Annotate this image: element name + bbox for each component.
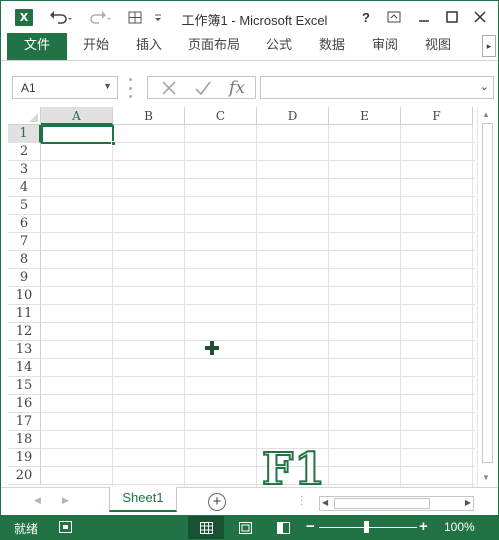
select-all-button[interactable] xyxy=(8,107,41,125)
row-header-9[interactable]: 9 xyxy=(8,269,41,287)
macro-record-icon[interactable] xyxy=(59,521,72,533)
page-break-view-button[interactable] xyxy=(265,516,301,539)
name-box[interactable]: A1 ▼ xyxy=(12,76,118,99)
page-layout-view-button[interactable] xyxy=(227,516,263,539)
maximize-icon xyxy=(446,11,458,23)
column-header-a[interactable]: A xyxy=(41,107,113,125)
plus-icon: + xyxy=(212,493,222,510)
ribbon-options-icon xyxy=(387,11,401,23)
page-break-icon xyxy=(276,521,290,534)
row-header-10[interactable]: 10 xyxy=(8,287,41,305)
fill-handle[interactable] xyxy=(111,141,116,146)
normal-view-icon xyxy=(199,521,213,534)
status-bar: 就绪 − + 100% xyxy=(1,515,498,540)
row-header-11[interactable]: 11 xyxy=(8,305,41,323)
row-header-12[interactable]: 12 xyxy=(8,323,41,341)
vertical-scroll-thumb[interactable] xyxy=(482,123,493,463)
row-header-6[interactable]: 6 xyxy=(8,215,41,233)
row-header-4[interactable]: 4 xyxy=(8,179,41,197)
help-button[interactable]: ? xyxy=(353,7,379,27)
formula-bar-grip[interactable] xyxy=(129,78,132,98)
row-header-14[interactable]: 14 xyxy=(8,359,41,377)
row-header-7[interactable]: 7 xyxy=(8,233,41,251)
close-icon xyxy=(474,11,486,23)
row-header-18[interactable]: 18 xyxy=(8,431,41,449)
ribbon-display-options-button[interactable] xyxy=(381,7,407,27)
row-header-5[interactable]: 5 xyxy=(8,197,41,215)
row-header-2[interactable]: 2 xyxy=(8,143,41,161)
vertical-scrollbar[interactable]: ▲ ▼ xyxy=(477,107,496,487)
tab-page-layout[interactable]: 页面布局 xyxy=(184,33,244,60)
active-cell-a1[interactable] xyxy=(41,125,114,144)
row-header-15[interactable]: 15 xyxy=(8,377,41,395)
tab-review[interactable]: 审阅 xyxy=(365,33,405,60)
formula-bar-area: A1 ▼ fx ⌄ xyxy=(1,61,498,107)
add-sheet-button[interactable]: + xyxy=(208,493,226,511)
column-header-d[interactable]: D xyxy=(257,107,329,125)
row-header-20[interactable]: 20 xyxy=(8,467,41,485)
zoom-slider-thumb[interactable] xyxy=(364,521,369,533)
column-header-f[interactable]: F xyxy=(401,107,473,125)
row-header-17[interactable]: 17 xyxy=(8,413,41,431)
key-overlay-f1: F1 xyxy=(261,444,326,488)
horizontal-scrollbar[interactable]: ◀ ▶ xyxy=(319,496,474,511)
horizontal-scroll-thumb[interactable] xyxy=(334,498,430,509)
page-layout-icon xyxy=(238,521,252,534)
tab-split-grip[interactable]: · · · xyxy=(300,492,303,510)
tab-file[interactable]: 文件 xyxy=(7,33,67,60)
status-ready-text: 就绪 xyxy=(14,522,39,536)
row-header-3[interactable]: 3 xyxy=(8,161,41,179)
column-header-c[interactable]: C xyxy=(185,107,257,125)
sheet-tab-sheet1[interactable]: Sheet1 xyxy=(109,487,177,512)
formula-bar-buttons: fx xyxy=(147,76,256,99)
excel-window: X 工作簿1 - Microsoft Excel ? 文件 开始 插入 页面布局… xyxy=(0,0,499,540)
expand-formula-bar-icon[interactable]: ⌄ xyxy=(480,80,489,93)
scroll-left-icon[interactable]: ◀ xyxy=(322,498,328,507)
tab-view[interactable]: 视图 xyxy=(418,33,458,60)
zoom-level[interactable]: 100% xyxy=(444,520,475,534)
next-sheet-icon[interactable]: ▶ xyxy=(62,495,69,506)
cell-area[interactable]: F1 xyxy=(41,125,475,487)
tab-data[interactable]: 数据 xyxy=(312,33,352,60)
scroll-right-icon[interactable]: ▶ xyxy=(465,498,471,507)
row-header-19[interactable]: 19 xyxy=(8,449,41,467)
cell-cursor-icon xyxy=(205,341,219,355)
minimize-icon xyxy=(419,20,429,22)
ribbon-tabs: 文件 开始 插入 页面布局 公式 数据 审阅 视图 ▸ xyxy=(1,33,498,61)
zoom-in-button[interactable]: + xyxy=(419,518,428,535)
row-header-13[interactable]: 13 xyxy=(8,341,41,359)
row-header-1[interactable]: 1 xyxy=(8,125,41,143)
normal-view-button[interactable] xyxy=(188,516,224,539)
worksheet-grid: A B C D E F 1 2 3 4 5 6 7 8 9 10 11 12 1… xyxy=(8,107,475,487)
maximize-button[interactable] xyxy=(439,7,465,27)
name-box-value: A1 xyxy=(21,81,36,95)
insert-function-button[interactable]: fx xyxy=(224,78,250,98)
previous-sheet-icon[interactable]: ◀ xyxy=(34,495,41,506)
enter-button[interactable] xyxy=(190,79,216,97)
minimize-button[interactable] xyxy=(411,7,437,27)
ribbon-scroll-right-button[interactable]: ▸ xyxy=(482,35,496,57)
chevron-right-icon: ▸ xyxy=(486,41,492,51)
column-header-e[interactable]: E xyxy=(329,107,401,125)
close-button[interactable] xyxy=(467,7,493,27)
title-bar: X 工作簿1 - Microsoft Excel ? xyxy=(1,1,498,33)
cancel-entry-button[interactable] xyxy=(156,79,182,97)
zoom-out-button[interactable]: − xyxy=(306,518,315,535)
cancel-icon xyxy=(162,81,176,95)
tab-insert[interactable]: 插入 xyxy=(129,33,169,60)
column-header-b[interactable]: B xyxy=(113,107,185,125)
scroll-down-icon[interactable]: ▼ xyxy=(482,473,490,482)
sheet-tab-bar: ◀ ▶ Sheet1 + · · · ◀ ▶ xyxy=(1,487,498,515)
checkmark-icon xyxy=(195,81,211,96)
scroll-up-icon[interactable]: ▲ xyxy=(482,110,490,119)
row-header-8[interactable]: 8 xyxy=(8,251,41,269)
chevron-down-icon[interactable]: ▼ xyxy=(103,81,112,91)
formula-input[interactable]: ⌄ xyxy=(260,76,494,99)
tab-formulas[interactable]: 公式 xyxy=(259,33,299,60)
tab-home[interactable]: 开始 xyxy=(76,33,116,60)
row-header-16[interactable]: 16 xyxy=(8,395,41,413)
